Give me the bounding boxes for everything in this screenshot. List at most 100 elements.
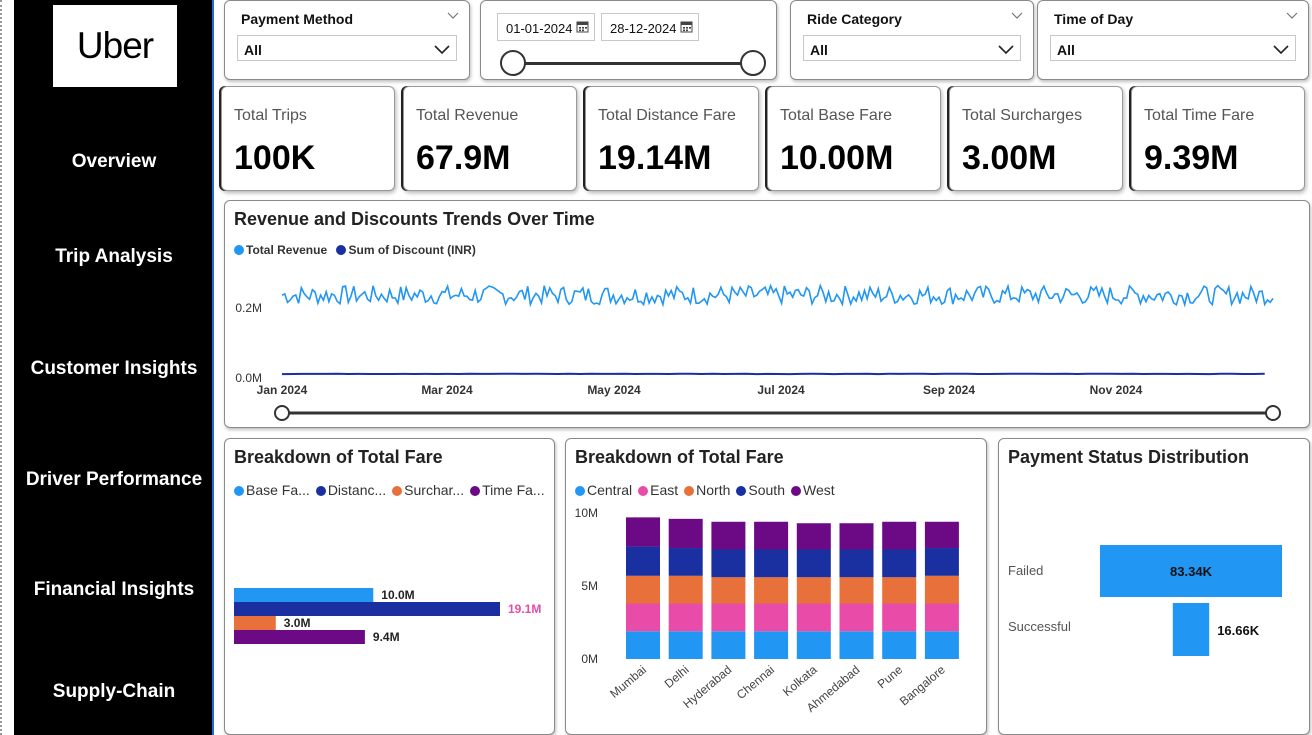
end-date-input[interactable]: 28-12-2024 — [601, 13, 699, 41]
stacked-segment — [668, 575, 703, 604]
date-range-start-handle[interactable] — [500, 50, 526, 76]
nav-financial-insights[interactable]: Financial Insights — [14, 579, 214, 601]
x-tick-label: May 2024 — [587, 383, 641, 397]
payment-method-dropdown[interactable]: All — [237, 35, 457, 61]
nav-overview[interactable]: Overview — [14, 151, 214, 173]
stacked-segment — [711, 549, 746, 578]
city-breakdown-chart: Breakdown of Total Fare Central East North… — [565, 438, 987, 735]
stacked-segment — [754, 549, 789, 578]
stacked-segment — [882, 577, 917, 604]
y-tick-label: 0.2M — [235, 301, 262, 315]
funnel-category-label: Failed — [1008, 563, 1043, 578]
nav-driver-performance[interactable]: Driver Performance — [14, 469, 214, 491]
stacked-segment — [839, 603, 874, 632]
sidebar-border — [212, 0, 214, 735]
x-tick-label: Bangalore — [897, 662, 948, 708]
payment-status-chart: Payment Status Distribution Failed 83.34K… — [998, 438, 1310, 735]
time-range-end-handle[interactable] — [1265, 405, 1281, 421]
x-tick-label: Nov 2024 — [1090, 383, 1143, 397]
stacked-segment — [711, 631, 746, 659]
stacked-segment — [626, 546, 660, 576]
x-tick-label: Mumbai — [607, 663, 649, 701]
date-range-track[interactable] — [513, 62, 753, 65]
y-tick-label: 10M — [575, 506, 598, 520]
fare-bar — [234, 602, 500, 616]
stacked-segment — [924, 548, 959, 576]
kpi-value: 10.00M — [780, 139, 894, 177]
stacked-segment — [711, 577, 746, 604]
date-range-end-handle[interactable] — [740, 50, 766, 76]
logo-text: Uber — [76, 25, 154, 66]
fare-bar — [234, 630, 365, 644]
start-date-value: 01-01-2024 — [506, 21, 573, 36]
time-range-start-handle[interactable] — [274, 405, 290, 421]
stacked-segment — [668, 631, 703, 659]
x-tick-label: Jul 2024 — [757, 383, 805, 397]
kpi-label: Total Trips — [234, 107, 307, 124]
time-of-day-dropdown[interactable]: All — [1050, 35, 1296, 61]
stacked-segment — [882, 549, 917, 578]
stacked-segment — [924, 575, 959, 604]
stacked-segment — [796, 603, 831, 632]
stacked-segment — [754, 603, 789, 632]
kpi-label: Total Surcharges — [962, 107, 1083, 124]
stacked-segment — [626, 631, 660, 659]
dropdown-value: All — [244, 42, 262, 58]
stacked-segment — [924, 631, 959, 659]
kpi-total-time-fare: Total Time Fare 9.39M — [1131, 86, 1305, 191]
stacked-segment — [796, 577, 831, 604]
ride-category-dropdown[interactable]: All — [803, 35, 1021, 61]
stacked-segment — [754, 631, 789, 659]
chevron-down-icon — [434, 45, 450, 55]
dropdown-value: All — [810, 42, 828, 58]
nav-supply-chain[interactable]: Supply-Chain — [14, 681, 214, 703]
fare-breakdown-plot: 10.0M 19.1M 3.0M 9.4M — [234, 588, 541, 644]
stacked-segment — [626, 575, 660, 604]
stacked-segment — [711, 521, 746, 550]
kpi-label: Total Time Fare — [1144, 107, 1255, 124]
time-of-day-slicer: Time of Day All — [1037, 0, 1309, 80]
stacked-segment — [882, 631, 917, 659]
fare-bar — [234, 616, 276, 630]
kpi-value: 9.39M — [1144, 139, 1239, 177]
kpi-value: 3.00M — [962, 139, 1057, 177]
kpi-value: 19.14M — [598, 139, 712, 177]
stacked-segment — [668, 518, 703, 549]
stacked-segment — [668, 548, 703, 576]
x-tick-label: Kolkata — [780, 662, 820, 699]
stacked-segment — [924, 521, 959, 549]
stacked-segment — [796, 631, 831, 659]
ride-category-slicer: Ride Category All — [790, 0, 1034, 80]
funnel-category-label: Successful — [1008, 619, 1071, 634]
fare-bar — [234, 588, 374, 602]
start-date-input[interactable]: 01-01-2024 — [497, 13, 595, 41]
stacked-segment — [839, 523, 874, 550]
stacked-segment — [626, 603, 660, 632]
chevron-down-icon[interactable] — [1286, 9, 1298, 21]
calendar-icon[interactable] — [680, 20, 693, 33]
chevron-down-icon[interactable] — [1011, 9, 1023, 21]
y-tick-label: 0M — [581, 652, 598, 666]
funnel-value-label: 83.34K — [1170, 564, 1213, 579]
stacked-segment — [754, 577, 789, 604]
left-edge — [0, 0, 14, 735]
stacked-segment — [924, 603, 959, 632]
nav-trip-analysis[interactable]: Trip Analysis — [14, 246, 214, 268]
fare-bar-label: 19.1M — [508, 602, 541, 616]
x-tick-label: Mar 2024 — [421, 383, 473, 397]
kpi-total-surcharges: Total Surcharges 3.00M — [949, 86, 1123, 191]
nav-customer-insights[interactable]: Customer Insights — [14, 358, 214, 380]
fare-bar-label: 3.0M — [284, 616, 311, 630]
stacked-segment — [626, 517, 660, 547]
kpi-label: Total Revenue — [416, 107, 519, 124]
trend-plot: 0.2M0.0MJan 2024 Mar 2024 May 2024 Jul 2024… — [235, 283, 1281, 421]
calendar-icon[interactable] — [576, 20, 589, 33]
end-date-value: 28-12-2024 — [610, 21, 677, 36]
slicer-title: Payment Method — [241, 11, 354, 27]
stacked-segment — [882, 603, 917, 632]
date-range-slicer: 01-01-2024 28-12-2024 — [480, 0, 777, 80]
fare-bar-label: 10.0M — [381, 588, 414, 602]
fare-bar-label: 9.4M — [373, 630, 400, 644]
stacked-segment — [754, 521, 789, 550]
chevron-down-icon[interactable] — [447, 9, 459, 21]
